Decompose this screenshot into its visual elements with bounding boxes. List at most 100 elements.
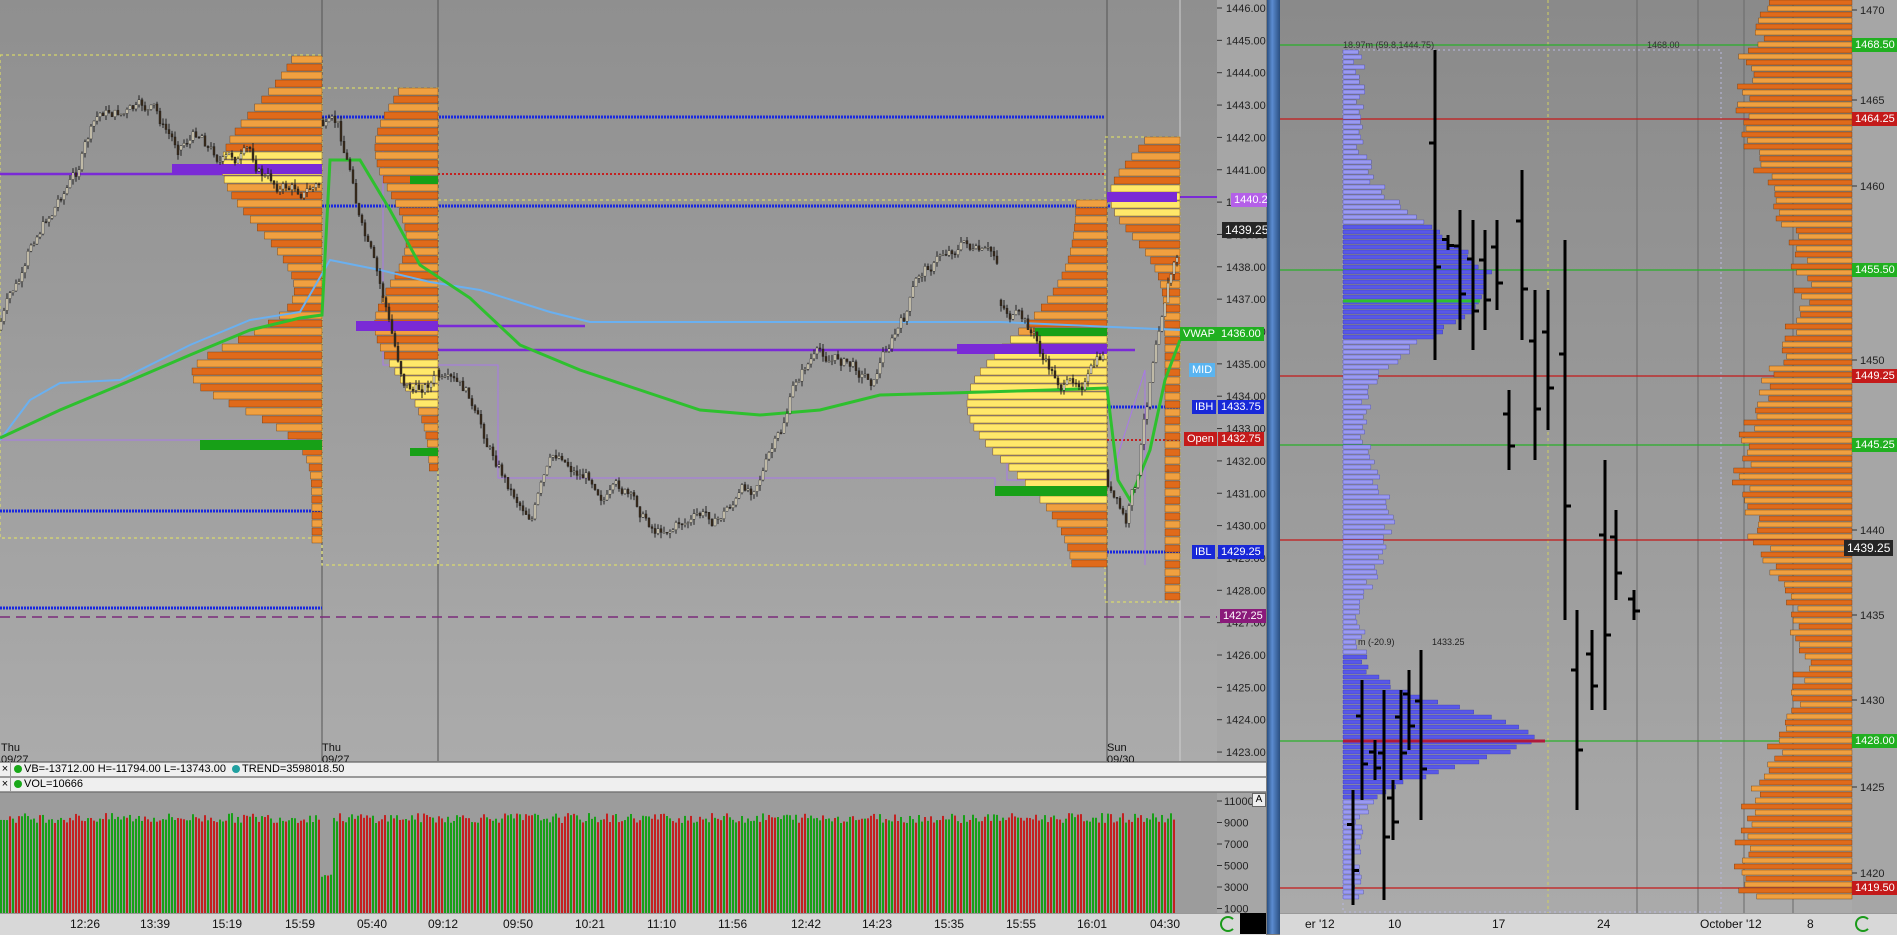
profile-bar — [1114, 208, 1181, 217]
candle-body — [893, 333, 897, 339]
weekly-profile-bar — [1756, 893, 1853, 900]
candle-body — [1109, 486, 1113, 491]
candle-body — [218, 161, 222, 163]
profile-bar — [311, 527, 323, 536]
weekly-profile-panel[interactable]: 1470 1465 1460 1450 1440 1435 1430 1425 1420 18.… — [1280, 0, 1897, 913]
candle-body — [863, 373, 867, 376]
price-tick-label: 1443.00 — [1226, 100, 1266, 112]
price-tick-label: 1435 — [1860, 610, 1884, 622]
pane-divider[interactable] — [1267, 0, 1280, 934]
volume-bar — [1092, 817, 1094, 913]
volume-bar — [759, 821, 761, 913]
candle-body — [8, 292, 12, 299]
volume-profile-bar — [1342, 304, 1476, 310]
weekly-profile-canvas[interactable]: 1470 1465 1460 1450 1440 1435 1430 1425 1420 — [1280, 0, 1897, 913]
volume-bar — [1098, 822, 1100, 913]
weekly-profile-bar — [1786, 599, 1853, 606]
volume-profile-bar — [1342, 349, 1410, 355]
weekly-profile-bar — [1757, 41, 1853, 48]
profile-bar — [429, 463, 439, 472]
candle-body — [233, 156, 237, 164]
volume-tick-label: 3000 — [1224, 882, 1248, 894]
weekly-profile-bar — [1748, 47, 1853, 54]
volume-bar — [918, 815, 920, 913]
candle-body — [299, 194, 303, 199]
volume-profile-bar — [1342, 724, 1519, 730]
volume-bar — [420, 822, 422, 913]
candle-body — [257, 168, 261, 172]
price-chart-canvas[interactable]: 1446.00 1445.00 1444.00 1443.00 1442.00 1441.… — [0, 0, 1266, 761]
candle-body — [602, 499, 606, 502]
volume-bar — [570, 815, 572, 913]
close-indicator-icon[interactable]: × — [0, 778, 11, 791]
price-tag-1468: 1468.50 — [1852, 38, 1897, 52]
volume-bar — [42, 814, 44, 913]
volume-axis-background — [1217, 793, 1266, 913]
candle-body — [345, 152, 349, 160]
candle-body — [351, 169, 355, 184]
volume-bar — [423, 813, 425, 913]
weekly-profile-bar — [1778, 737, 1853, 744]
candle-body — [944, 254, 948, 256]
candle-body — [1098, 356, 1102, 360]
refresh-icon[interactable] — [1855, 916, 1871, 932]
volume-panel[interactable]: 11000 9000 7000 5000 3000 1000 A — [0, 793, 1266, 916]
volume-bar — [525, 814, 527, 913]
volume-profile-bar — [1342, 749, 1511, 755]
time-label: 11:10 — [647, 917, 677, 931]
profile-bar — [257, 223, 323, 232]
weekly-profile-bar — [1792, 683, 1853, 690]
profile-bar — [375, 135, 439, 144]
profile-bar — [191, 367, 323, 376]
close-indicator-icon[interactable]: × — [0, 763, 11, 776]
price-tick-label: 1431.00 — [1226, 488, 1266, 500]
refresh-icon[interactable] — [1220, 916, 1236, 932]
volume-bar — [834, 817, 836, 913]
candle-body — [1130, 489, 1134, 506]
volume-bar — [1110, 814, 1112, 913]
price-chart-panel[interactable]: 1446.00 1445.00 1444.00 1443.00 1442.00 1441.… — [0, 0, 1277, 766]
volume-bar — [702, 819, 704, 913]
volume-bar — [288, 820, 290, 913]
volume-bar — [771, 817, 773, 913]
profile-bar — [306, 455, 323, 464]
candle-body — [284, 183, 288, 189]
candle-body — [758, 479, 762, 486]
weekly-profile-bar — [1796, 317, 1853, 324]
candle-body — [107, 110, 111, 113]
weekly-profile-bar — [1788, 239, 1853, 246]
candle-body — [206, 146, 210, 148]
panel-badge[interactable]: A — [1252, 793, 1266, 807]
weekly-profile-bar — [1792, 671, 1853, 678]
profile-bar — [1061, 527, 1108, 536]
price-tick-label: 1425 — [1860, 782, 1884, 794]
volume-bar — [1065, 818, 1067, 913]
candle-body — [665, 532, 669, 534]
price-tick-label: 1460 — [1860, 181, 1884, 193]
time-label: 15:19 — [212, 917, 243, 931]
profile-bar — [1125, 224, 1181, 233]
profile-bar — [427, 439, 439, 448]
volume-bar — [18, 816, 20, 913]
candle-body — [647, 517, 651, 527]
volume-profile-bar — [1342, 714, 1492, 720]
volume-profile-bar — [1342, 734, 1535, 740]
candle-body — [911, 286, 915, 298]
volume-bar — [24, 813, 26, 913]
volume-bar — [39, 815, 41, 913]
volume-bar — [462, 815, 464, 913]
volume-bar — [1089, 821, 1091, 913]
vwap-label: VWAP — [1180, 327, 1218, 341]
volume-bar — [666, 816, 668, 913]
candle-body — [926, 266, 930, 271]
price-tag-1464: 1464.25 — [1852, 112, 1897, 126]
volume-bar — [567, 813, 569, 913]
candle-body — [176, 144, 180, 156]
candle-body — [1112, 490, 1116, 498]
weekly-profile-bar — [1768, 395, 1853, 402]
candle-body — [677, 522, 681, 525]
candle-body — [2, 310, 6, 322]
candle-body — [845, 358, 849, 362]
candle-body — [1053, 370, 1057, 379]
weekly-profile-bar — [1742, 857, 1853, 864]
